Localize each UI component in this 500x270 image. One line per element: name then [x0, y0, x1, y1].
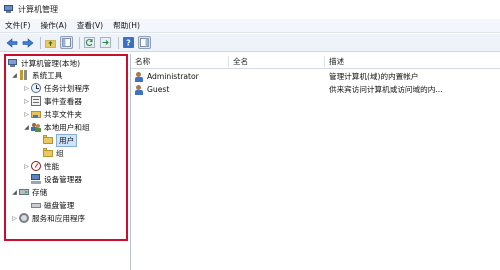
svg-text:?: ? [126, 39, 131, 48]
tree-item-label: 性能 [44, 161, 60, 171]
tree-item-storage[interactable]: ◢ 存储 [11, 186, 47, 198]
tree-item-task-scheduler[interactable]: ▷ 任务计划程序 [23, 82, 90, 94]
tree-item-shared-folders[interactable]: ▷ 共享文件夹 [23, 108, 82, 120]
services-icon [19, 213, 29, 223]
column-header-name[interactable]: 名称 [131, 54, 231, 69]
toolbar: ? [0, 34, 500, 52]
folder-icon [43, 135, 53, 145]
user-name-cell: Administrator [134, 70, 199, 83]
up-folder-icon[interactable] [44, 36, 57, 49]
storage-icon [19, 187, 29, 197]
tree-item-label: 共享文件夹 [44, 109, 82, 119]
tree-item-label: 任务计划程序 [44, 83, 90, 93]
toolbar-separator [40, 36, 41, 49]
expand-arrow-icon[interactable]: ▷ [23, 163, 30, 170]
show-hide-tree-icon[interactable] [60, 36, 73, 49]
menu-file[interactable]: 文件(F) [0, 19, 35, 33]
menu-action[interactable]: 操作(A) [35, 19, 71, 33]
user-icon [134, 71, 144, 82]
users-group-icon [31, 122, 41, 132]
menu-bar: 文件(F) 操作(A) 查看(V) 帮助(H) [0, 19, 500, 33]
event-viewer-icon [31, 96, 41, 106]
tree-item-groups[interactable]: 组 [43, 147, 64, 159]
tree-item-device-manager[interactable]: 设备管理器 [31, 173, 82, 185]
tree-item-label: 本地用户和组 [44, 122, 90, 132]
back-icon[interactable] [5, 36, 18, 49]
tools-icon [19, 70, 29, 80]
export-icon[interactable] [99, 36, 112, 49]
list-item[interactable]: Guest 供来宾访问计算机或访问域的内... [131, 83, 500, 96]
user-name: Administrator [147, 72, 199, 81]
expand-arrow-icon[interactable]: ▷ [11, 215, 18, 222]
tree-item-label: 服务和应用程序 [32, 213, 86, 223]
user-description: 管理计算机(域)的内置帐户 [329, 72, 419, 81]
menu-view[interactable]: 查看(V) [72, 19, 108, 33]
tree-item-label: 设备管理器 [44, 174, 82, 184]
user-name: Guest [147, 85, 170, 94]
tree-item-users[interactable]: 用户 [43, 133, 78, 147]
user-name-cell: Guest [134, 83, 169, 96]
tree-item-label: 组 [56, 148, 64, 158]
tree-item-label: 存储 [32, 187, 48, 197]
user-description: 供来宾访问计算机或访问域的内... [329, 85, 443, 94]
user-list-pane: 名称 全名 描述 Administrator 管理计算机(域)的内置帐户 Gue… [131, 54, 500, 270]
tree-item-local-users-groups[interactable]: ◢ 本地用户和组 [23, 121, 90, 133]
tree-item-label: 计算机管理(本地) [21, 58, 81, 68]
tree-item-system-tools[interactable]: ◢ 系统工具 [11, 69, 62, 81]
window-title: 计算机管理 [18, 4, 58, 14]
menu-help[interactable]: 帮助(H) [108, 19, 145, 33]
collapse-arrow-icon[interactable]: ◢ [11, 189, 18, 196]
tree-item-services-apps[interactable]: ▷ 服务和应用程序 [11, 212, 85, 224]
toolbar-separator [118, 36, 119, 49]
toolbar-separator [79, 36, 80, 49]
collapse-arrow-icon[interactable]: ◢ [11, 72, 18, 79]
help-icon[interactable]: ? [122, 36, 135, 49]
clock-icon [31, 83, 41, 93]
refresh-icon[interactable] [83, 36, 96, 49]
tree-item-event-viewer[interactable]: ▷ 事件查看器 [23, 95, 82, 107]
device-manager-icon [31, 174, 41, 184]
disk-icon [31, 200, 41, 210]
tree-item-label: 磁盘管理 [44, 200, 75, 210]
console-tree: 计算机管理(本地) ◢ 系统工具 ▷ 任务计划程序 ▷ 事件查看器 ▷ 共享文件… [4, 54, 128, 241]
list-item[interactable]: Administrator 管理计算机(域)的内置帐户 [131, 70, 500, 83]
expand-arrow-icon[interactable]: ▷ [23, 85, 30, 92]
list-header: 名称 全名 描述 [131, 54, 500, 69]
collapse-arrow-icon[interactable]: ◢ [23, 124, 30, 131]
tree-item-disk-management[interactable]: 磁盘管理 [31, 199, 74, 211]
performance-icon [31, 161, 41, 171]
forward-icon[interactable] [21, 36, 34, 49]
tree-item-root[interactable]: 计算机管理(本地) [8, 57, 80, 69]
shared-folder-icon [31, 109, 41, 119]
expand-arrow-icon[interactable]: ▷ [23, 111, 30, 118]
tree-item-label: 事件查看器 [44, 96, 82, 106]
tree-item-label-selected: 用户 [56, 133, 78, 147]
tree-item-performance[interactable]: ▷ 性能 [23, 160, 59, 172]
column-header-description[interactable]: 描述 [325, 54, 500, 69]
computer-icon [8, 58, 18, 68]
user-icon [134, 84, 144, 95]
title-bar: 计算机管理 [0, 0, 500, 18]
expand-arrow-icon[interactable]: ▷ [23, 98, 30, 105]
properties-icon[interactable] [138, 36, 151, 49]
column-header-full-name[interactable]: 全名 [229, 54, 326, 69]
tree-item-label: 系统工具 [32, 70, 63, 80]
folder-icon [43, 148, 53, 158]
computer-management-icon [4, 4, 14, 14]
